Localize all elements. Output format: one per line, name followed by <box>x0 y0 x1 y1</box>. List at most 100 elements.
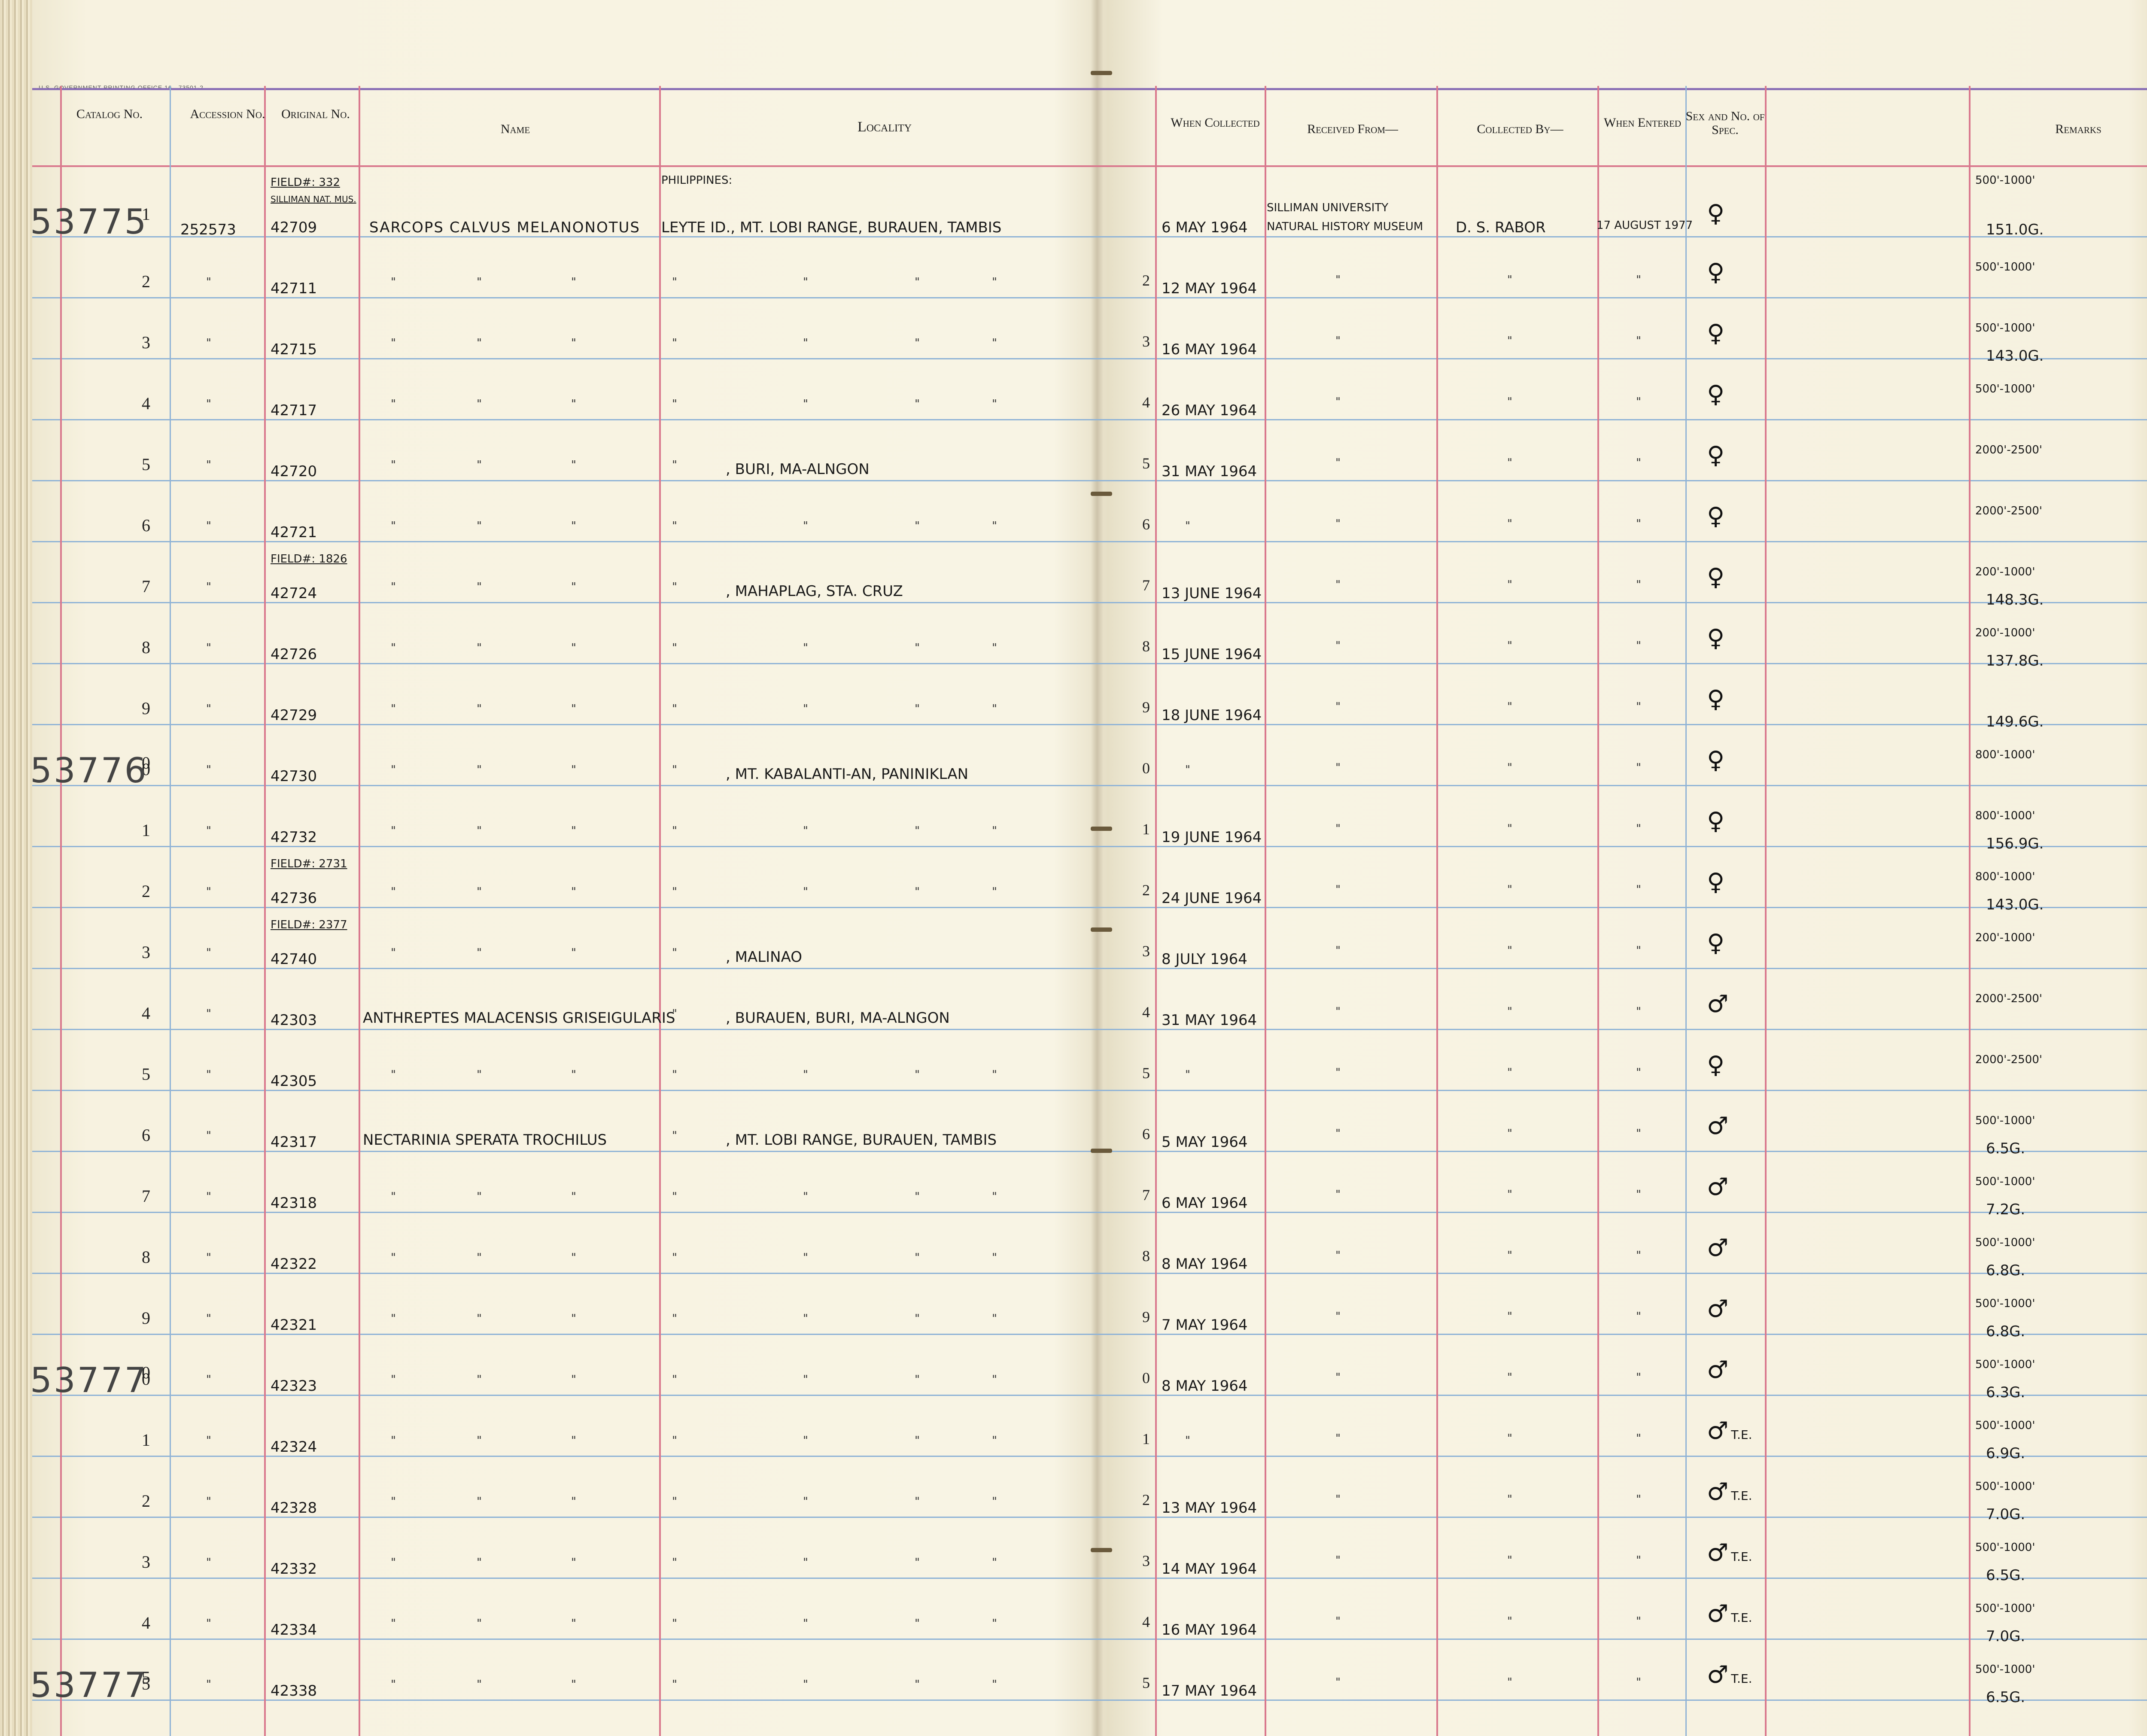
weight-remark: 149.6G. <box>1986 713 2044 730</box>
ditto-mark: " <box>477 459 482 471</box>
ditto-mark: " <box>391 824 396 837</box>
catalog-last-digit: 7 <box>142 1186 150 1206</box>
binder-clip <box>1091 827 1112 831</box>
header-name: Name <box>500 122 530 136</box>
weight-remark: 143.0G. <box>1986 347 2044 365</box>
date-row-digit: 3 <box>1142 1552 1150 1569</box>
date-row-digit: 6 <box>1142 1125 1150 1143</box>
ditto-mark: " <box>992 885 997 898</box>
ditto-mark: " <box>1507 883 1512 896</box>
male-symbol: ♂ <box>1707 1295 1729 1323</box>
binder-clip <box>1091 71 1112 75</box>
ditto-mark: " <box>915 276 920 289</box>
field-note: FIELD#: 2377 <box>271 918 347 931</box>
ditto-mark: " <box>915 1373 920 1386</box>
ditto-mark: " <box>1507 639 1512 652</box>
original-number: 42709 <box>271 219 317 236</box>
catalog-last-digit: 3 <box>142 333 150 352</box>
ditto-mark: " <box>206 459 211 471</box>
ditto-mark: " <box>1507 1493 1512 1506</box>
ditto-mark: " <box>672 946 677 959</box>
female-symbol: ♀ <box>1707 746 1725 774</box>
date-collected: 8 MAY 1964 <box>1162 1377 1248 1395</box>
ruled-line <box>32 1212 2147 1213</box>
female-symbol: ♀ <box>1707 685 1725 713</box>
received-from-text: SILLIMAN UNIVERSITY NATURAL HISTORY MUSE… <box>1267 201 1423 233</box>
ditto-mark: " <box>803 1556 808 1569</box>
elevation-remark: 500'-1000' <box>1975 322 2035 334</box>
ditto-mark: " <box>915 824 920 837</box>
ditto-mark: " <box>803 824 808 837</box>
ditto-mark: " <box>391 398 396 410</box>
ditto-mark: " <box>571 702 576 715</box>
ditto-mark: " <box>992 337 997 350</box>
ditto-mark: " <box>672 337 677 350</box>
ditto-mark: " <box>1636 1310 1641 1323</box>
ditto-mark: " <box>1335 1310 1341 1323</box>
ditto-mark: " <box>992 1678 997 1691</box>
ditto-mark: " <box>391 763 396 776</box>
original-number: 42338 <box>271 1682 317 1700</box>
ditto-mark: " <box>477 398 482 410</box>
ditto-mark: " <box>1636 1432 1641 1445</box>
ditto-mark: " <box>915 1190 920 1203</box>
date-collected: 31 MAY 1964 <box>1162 1012 1257 1029</box>
ditto-mark: " <box>1636 639 1641 652</box>
ditto-mark: " <box>803 1190 808 1203</box>
ditto-mark: " <box>672 702 677 715</box>
ditto-mark: " <box>477 520 482 532</box>
ditto-mark: " <box>571 1678 576 1691</box>
catalog-last-digit: 2 <box>142 1491 150 1511</box>
date-collected: 24 JUNE 1964 <box>1162 890 1262 907</box>
ditto-mark: " <box>206 885 211 898</box>
date-row-digit: 2 <box>1142 272 1150 289</box>
ditto-mark: " <box>1335 883 1341 896</box>
te-note: T.E. <box>1731 1611 1752 1625</box>
original-number: 42323 <box>271 1377 317 1395</box>
catalog-block-number: 53776 <box>30 751 148 790</box>
header-received-from: Received From— <box>1307 122 1398 136</box>
ditto-mark: " <box>206 1190 211 1203</box>
ditto-mark: " <box>571 459 576 471</box>
ditto-mark: " <box>1636 1554 1641 1567</box>
ditto-mark: " <box>206 1312 211 1325</box>
locality-text: , BURI, MA-ALNGON <box>726 461 870 478</box>
ditto-mark: " <box>1636 1676 1641 1689</box>
ditto-mark: " <box>571 641 576 654</box>
ditto-mark: " <box>1636 578 1641 591</box>
ditto-mark: " <box>1636 1188 1641 1201</box>
ditto-mark: " <box>206 1434 211 1447</box>
ditto-mark: " <box>1507 578 1512 591</box>
date-collected: 8 JULY 1964 <box>1162 951 1247 968</box>
ditto-mark: " <box>1507 334 1512 347</box>
ditto-mark: " <box>1636 1005 1641 1018</box>
ditto-mark: " <box>672 1556 677 1569</box>
date-entered: 17 AUGUST 1977 <box>1597 219 1693 232</box>
original-number: 42322 <box>271 1256 317 1273</box>
female-symbol: ♀ <box>1707 868 1725 896</box>
female-symbol: ♀ <box>1707 563 1725 591</box>
ditto-mark: " <box>1636 517 1641 530</box>
field-note: FIELD#: 332 <box>271 176 340 189</box>
ruled-line <box>32 1151 2147 1152</box>
ditto-mark: " <box>477 885 482 898</box>
ditto-mark: " <box>992 1373 997 1386</box>
ditto-mark: " <box>391 1190 396 1203</box>
ditto-mark: " <box>992 398 997 410</box>
date-row-digit: 5 <box>1142 1674 1150 1691</box>
ditto-mark: " <box>1507 1127 1512 1140</box>
ditto-mark: " <box>1636 944 1641 957</box>
ditto-mark: " <box>206 1556 211 1569</box>
ditto-mark: " <box>1335 334 1341 347</box>
ditto-mark: " <box>672 398 677 410</box>
ditto-mark: " <box>206 520 211 532</box>
weight-remark: 137.8G. <box>1986 652 2044 669</box>
original-number: 42729 <box>271 707 317 724</box>
ditto-mark: " <box>1335 1249 1341 1262</box>
ditto-mark: " <box>1335 1615 1341 1628</box>
catalog-last-digit: 0 <box>142 753 150 772</box>
ditto-mark: " <box>1507 700 1512 713</box>
catalog-last-digit: 3 <box>142 942 150 962</box>
ditto-mark: " <box>391 946 396 959</box>
original-number: 42332 <box>271 1560 317 1578</box>
